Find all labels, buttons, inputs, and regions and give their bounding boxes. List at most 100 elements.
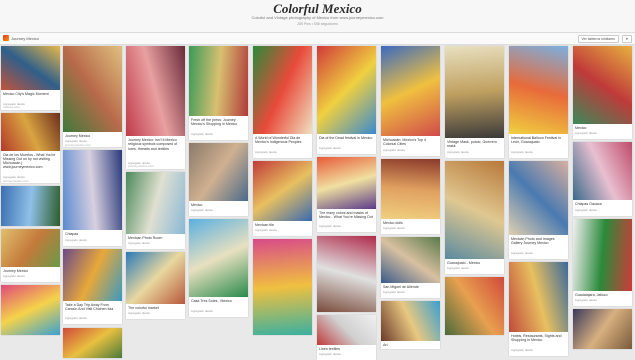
pin-image[interactable] xyxy=(63,327,122,358)
pin-card[interactable] xyxy=(573,308,632,349)
pin-card[interactable]: Guanajuato - Mexico Agregado desde xyxy=(445,160,504,274)
pin-image[interactable] xyxy=(1,186,60,227)
pin-image[interactable] xyxy=(445,160,504,259)
pin-card[interactable]: Casa Tres Soles , Mexico Agregado desde xyxy=(189,219,248,317)
pin-description: Vintage Mask, potosí, Guerrero mask xyxy=(447,140,497,149)
pin-source-link[interactable]: journeymexico.com xyxy=(65,143,120,147)
pin-card[interactable] xyxy=(253,239,312,336)
pin-image[interactable] xyxy=(1,46,60,90)
pin-image[interactable] xyxy=(253,46,312,134)
pin-card[interactable]: San Miguel de Allende Agregado desde xyxy=(381,236,440,299)
pin-image[interactable] xyxy=(63,150,122,231)
board-stats[interactable]: 285 Pins • 558 seguidores xyxy=(0,22,635,26)
pin-image[interactable] xyxy=(63,46,122,132)
pin-image[interactable] xyxy=(317,314,376,345)
pin-description: Guanajuato - Mexico xyxy=(447,260,481,265)
pin-card[interactable]: Dia of the Dead festival in Mexico Agrega… xyxy=(317,46,376,154)
pin-source-link[interactable]: journeymexico.com xyxy=(128,164,183,168)
pin-image[interactable] xyxy=(509,261,568,332)
pin-card[interactable]: Mexico City's Magic Moment Agregado desde… xyxy=(1,46,60,110)
pin-card[interactable]: Mexico Agregado desde xyxy=(189,142,248,217)
pin-description: Guadalajara, Jalisco xyxy=(575,292,608,297)
pin-card[interactable]: A World of Wonderful Dia de Mexico's Ind… xyxy=(253,46,312,158)
pin-card[interactable]: International Balloon Festival in León, … xyxy=(509,46,568,158)
pin-image[interactable] xyxy=(1,112,60,151)
pin-card[interactable]: Chiapas Agregado desde xyxy=(63,150,122,246)
pin-card[interactable]: Mexico Agregado desde xyxy=(573,46,632,140)
pin-added-from: Agregado desde xyxy=(128,240,151,245)
pin-image[interactable] xyxy=(445,46,504,138)
pin-card[interactable]: Fresh off the press: Journey Mexico's Sh… xyxy=(189,46,248,140)
similar-boards-button[interactable]: Ver tableros similares xyxy=(577,35,619,43)
pin-image[interactable] xyxy=(63,248,122,301)
pin-card[interactable]: Guadalajara, Jalisco Agregado desde xyxy=(573,218,632,306)
pin-source-link[interactable]: journeymexico.com xyxy=(3,179,58,183)
pin-image[interactable] xyxy=(189,142,248,201)
pin-image[interactable] xyxy=(253,239,312,336)
pin-card[interactable]: Journey Mexico Agregado desde xyxy=(1,229,60,283)
pin-card[interactable] xyxy=(1,186,60,227)
pin-card[interactable] xyxy=(1,285,60,336)
pin-image[interactable] xyxy=(381,301,440,342)
pin-card[interactable]: Take a Day Trip Away From Cancún And Vis… xyxy=(63,248,122,325)
pin-image[interactable] xyxy=(126,251,185,304)
avatar[interactable] xyxy=(3,35,9,41)
pin-card[interactable] xyxy=(63,327,122,358)
pin-card[interactable] xyxy=(445,276,504,335)
pin-image[interactable] xyxy=(126,46,185,136)
owner-name[interactable]: Journey Mexico xyxy=(11,36,39,41)
pin-image[interactable] xyxy=(445,276,504,335)
pin-image[interactable] xyxy=(253,160,312,221)
pin-added-from: Agregado desde xyxy=(319,224,342,229)
pin-image[interactable] xyxy=(573,218,632,291)
send-board-button[interactable]: ➤ xyxy=(622,35,632,43)
pin-card[interactable]: Vintage Mask, potosí, Guerrero mask Agreg… xyxy=(445,46,504,158)
pin-card[interactable]: The many colors and masks of Mexico - Wh… xyxy=(317,156,376,233)
pin-card[interactable]: Mexican tile Agregado desde xyxy=(253,160,312,237)
pin-image[interactable] xyxy=(573,142,632,201)
pin-card[interactable]: Linen textiles Agregado desde xyxy=(317,314,376,360)
pin-image[interactable] xyxy=(126,171,185,234)
pin-image[interactable] xyxy=(189,46,248,116)
pin-added-from: Agregado desde xyxy=(511,250,534,255)
pin-description: Mexico xyxy=(575,126,587,130)
pin-card[interactable]: Mexican Photo Room Agregado desde xyxy=(126,171,185,249)
pin-card[interactable]: Journey Mexico: Isn't it Mexico religiou… xyxy=(126,46,185,169)
pin-card[interactable]: Hotels, Restaurants, Sights and Shopping… xyxy=(509,261,568,356)
pin-card[interactable]: Journey Mexico Agregado desde journeymexic… xyxy=(63,46,122,148)
pin-image[interactable] xyxy=(573,46,632,124)
pin-image[interactable] xyxy=(381,158,440,219)
pin-card[interactable]: Chiapas Oaxaca Agregado desde xyxy=(573,142,632,216)
pin-image[interactable] xyxy=(381,236,440,283)
pin-description: Mexico dolls xyxy=(383,220,403,225)
pin-description: Art xyxy=(383,343,388,348)
pin-added-from: Agregado desde xyxy=(255,149,278,154)
pin-added-from: Agregado desde xyxy=(383,290,406,295)
pin-image[interactable] xyxy=(317,46,376,134)
pin-added-from: Agregado desde xyxy=(511,347,534,352)
pin-image[interactable] xyxy=(1,229,60,268)
pin-image[interactable] xyxy=(317,235,376,312)
pin-description: San Miguel de Allende xyxy=(383,284,419,289)
pin-image[interactable] xyxy=(317,156,376,209)
board-owner[interactable]: Journey Mexico xyxy=(3,35,39,41)
pin-card[interactable]: Michoacán: Mexico's Top 4 Colonial Citie… xyxy=(381,46,440,156)
pin-image[interactable] xyxy=(573,308,632,349)
pin-card[interactable]: Mexico dolls Agregado desde xyxy=(381,158,440,234)
pin-card[interactable]: Art xyxy=(381,301,440,350)
pin-card[interactable] xyxy=(317,235,376,312)
pin-card[interactable]: Dia de los Muertos - What You're Missing… xyxy=(1,112,60,184)
pin-card[interactable]: The colorful market Agregado desde xyxy=(126,251,185,320)
pin-image[interactable] xyxy=(381,46,440,136)
pin-image[interactable] xyxy=(509,46,568,134)
pin-source-link[interactable]: nytimes.com xyxy=(3,105,58,109)
pin-card[interactable]: Mexican Photo and Images Gallery Journey… xyxy=(509,160,568,259)
send-icon: ➤ xyxy=(625,36,629,41)
pin-image[interactable] xyxy=(189,219,248,298)
pin-added-from: Agregado desde xyxy=(191,208,214,213)
pin-description: Mexican Photo Room xyxy=(128,235,163,240)
pin-description: Journey Mexico xyxy=(65,134,91,138)
pin-image[interactable] xyxy=(509,160,568,235)
pin-image[interactable] xyxy=(1,285,60,336)
pin-added-from: Agregado desde xyxy=(575,207,598,212)
